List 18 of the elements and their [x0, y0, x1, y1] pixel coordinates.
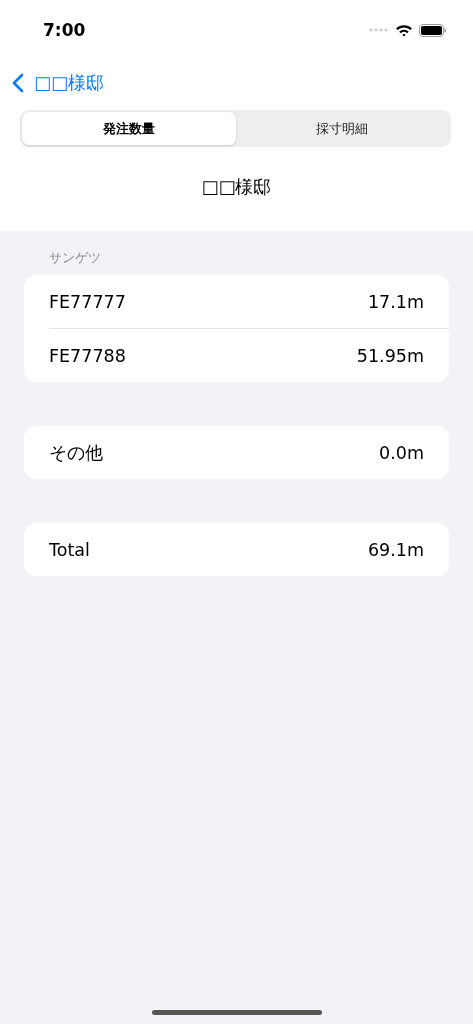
back-chevron-icon — [12, 73, 24, 93]
segment-tab[interactable]: 発注数量 — [22, 112, 236, 145]
row-label: FE77777 — [49, 291, 126, 312]
back-button[interactable]: □□様邸 — [12, 70, 104, 96]
battery-icon — [419, 23, 447, 37]
row-label: FE77788 — [49, 345, 126, 366]
signal-icon — [369, 28, 389, 32]
row-value: 0.0m — [379, 442, 424, 463]
section-header: サンゲツ — [48, 249, 102, 267]
row-label: その他 — [49, 441, 103, 465]
status-time: 7:00 — [43, 20, 86, 40]
wifi-icon — [395, 23, 413, 37]
row-value: 69.1m — [368, 539, 424, 560]
page-title: □□様邸 — [200, 175, 273, 199]
row-label: Total — [49, 539, 90, 560]
row-value: 51.95m — [356, 345, 424, 366]
row-value: 17.1m — [368, 291, 424, 312]
segment-tab[interactable]: 採寸明細 — [235, 112, 449, 145]
